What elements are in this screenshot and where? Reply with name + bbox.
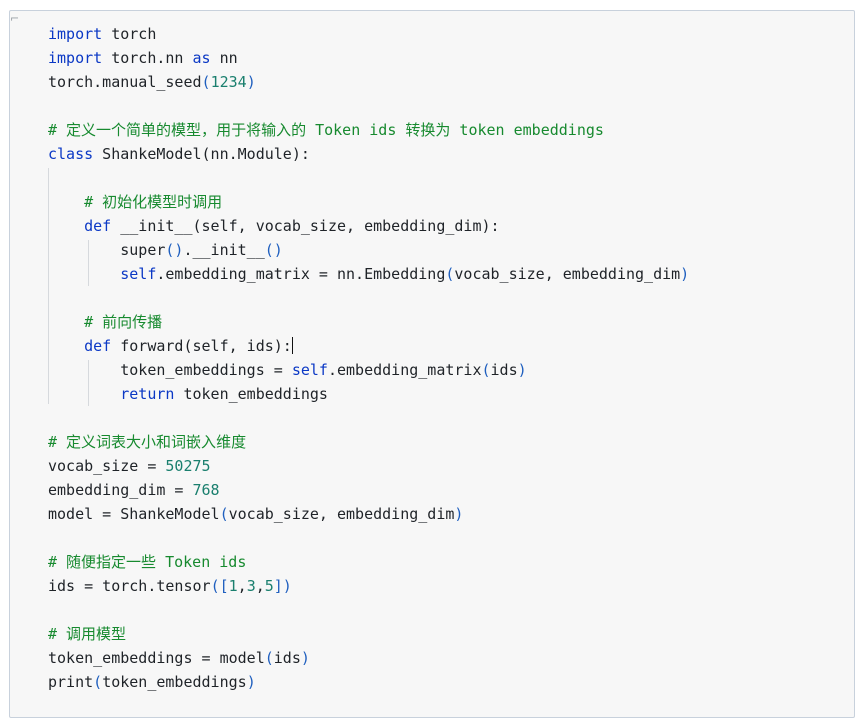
code-token: # 初始化模型时调用 [84,193,223,211]
code-line[interactable]: # 定义一个简单的模型，用于将输入的 Token ids 转换为 token e… [48,118,604,142]
code-token: ( [264,649,274,667]
text-cursor [291,337,293,354]
code-token: nn [210,49,238,67]
code-line[interactable]: print(token_embeddings) [48,670,256,694]
code-token: 1234 [210,73,247,91]
code-token: forward(self, ids): [111,337,292,355]
code-token: token_embeddings = model [48,649,265,667]
code-token: ) [246,73,256,91]
code-token: import [48,49,103,67]
code-line[interactable]: self.embedding_matrix = nn.Embedding(voc… [48,262,689,286]
code-token: # 随便指定一些 Token ids [48,553,247,571]
code-token: ids [273,649,301,667]
code-token: ids [490,361,518,379]
code-token: __init__(self, vocab_size, embedding_dim… [111,217,500,235]
code-token: class [48,145,94,163]
code-line[interactable]: token_embeddings = self.embedding_matrix… [48,358,527,382]
code-line[interactable]: import torch [48,22,156,46]
code-token: torch.nn [102,49,193,67]
code-token: vocab_size = [48,457,166,475]
code-token: # 定义词表大小和词嵌入维度 [48,433,247,451]
code-token: 3 [246,577,256,595]
code-token: def [84,217,112,235]
code-token: token_embeddings [174,385,328,403]
code-token: 768 [192,481,220,499]
code-line[interactable]: def forward(self, ids): [48,334,293,358]
code-token: ([ [210,577,229,595]
code-token: token_embeddings = [48,361,292,379]
code-token: , [255,577,265,595]
code-token: ) [454,505,464,523]
code-token: ) [246,673,256,691]
code-token: , [237,577,247,595]
code-token: ]) [273,577,292,595]
code-line[interactable]: ids = torch.tensor([1,3,5]) [48,574,292,598]
code-token: .embedding_matrix [327,361,482,379]
code-token: token_embeddings [102,673,247,691]
code-token: print [48,673,94,691]
code-token: model = ShankeModel [48,505,220,523]
code-token: ids = torch.tensor [48,577,211,595]
code-line[interactable]: class ShankeModel(nn.Module): [48,142,310,166]
code-token: 50275 [165,457,211,475]
code-token: .embedding_matrix = nn.Embedding [156,265,446,283]
code-token: import [48,25,103,43]
code-token: # 前向传播 [84,313,163,331]
code-token: 5 [264,577,274,595]
code-line[interactable]: # 随便指定一些 Token ids [48,550,246,574]
code-line[interactable]: super().__init__() [48,238,283,262]
code-line[interactable]: # 定义词表大小和词嵌入维度 [48,430,246,454]
code-token: ) [517,361,527,379]
code-token: as [192,49,211,67]
code-token: return [120,385,175,403]
code-token: self [291,361,328,379]
code-token: embedding_dim = [48,481,193,499]
code-token: ( [201,73,211,91]
code-token: () [165,241,184,259]
editor-corner-mark: ⌐ [10,12,20,25]
code-line[interactable]: # 调用模型 [48,622,126,646]
code-token: ) [680,265,690,283]
code-token: self [120,265,157,283]
code-token: vocab_size, embedding_dim [454,265,681,283]
code-token: ) [300,649,310,667]
code-line[interactable]: model = ShankeModel(vocab_size, embeddin… [48,502,463,526]
code-token: ( [481,361,491,379]
code-token: # 定义一个简单的模型，用于将输入的 Token ids 转换为 token e… [48,121,604,139]
code-token: ( [219,505,229,523]
code-token: vocab_size, embedding_dim [228,505,455,523]
code-line[interactable]: return token_embeddings [48,382,328,406]
code-token: () [264,241,283,259]
code-line[interactable]: embedding_dim = 768 [48,478,220,502]
code-line[interactable]: # 前向传播 [48,310,162,334]
code-token: .__init__ [183,241,265,259]
code-line[interactable]: vocab_size = 50275 [48,454,211,478]
code-line[interactable]: def __init__(self, vocab_size, embedding… [48,214,500,238]
code-line[interactable]: import torch.nn as nn [48,46,238,70]
code-token: # 调用模型 [48,625,127,643]
code-token: 1 [228,577,238,595]
code-token: def [84,337,112,355]
code-token: super [48,241,166,259]
code-token: ( [93,673,103,691]
code-line[interactable]: # 初始化模型时调用 [48,190,222,214]
code-line[interactable]: token_embeddings = model(ids) [48,646,310,670]
code-token: torch [102,25,157,43]
code-token: ShankeModel(nn.Module): [93,145,310,163]
code-token: torch.manual_seed [48,73,202,91]
code-line[interactable]: torch.manual_seed(1234) [48,70,256,94]
